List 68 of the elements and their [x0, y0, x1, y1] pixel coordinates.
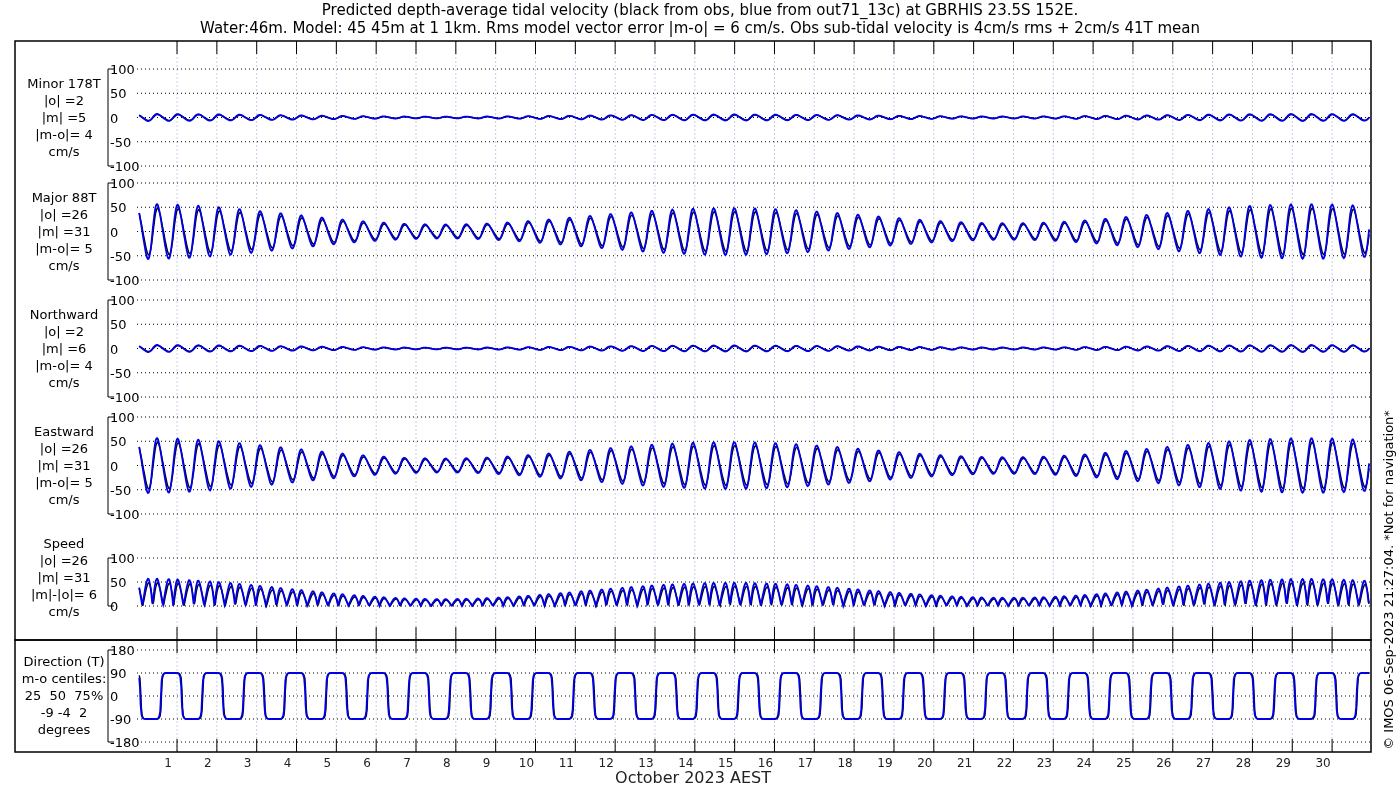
tick-label: 27	[1195, 756, 1212, 770]
tick-label: 19	[877, 756, 893, 770]
tick-label: -50	[110, 248, 132, 264]
tick-label: -100	[110, 273, 140, 288]
tick-label: -50	[110, 482, 132, 498]
tick-label: 2	[204, 756, 212, 770]
tick-label: 0	[110, 110, 119, 126]
tick-label: 90	[110, 666, 127, 681]
tick-label: 100	[110, 62, 135, 77]
tick-label: 22	[996, 756, 1013, 770]
axis-label: Minor 178T |o| =2 |m| =5 |m-o|= 4 cm/s	[27, 75, 101, 159]
tick-label: 11	[558, 756, 574, 770]
tick-label: 7	[403, 756, 411, 770]
axis-title: October 2023 AEST	[615, 768, 771, 787]
tick-label: -100	[110, 507, 140, 522]
tick-label: 9	[482, 756, 491, 770]
axis-label: Major 88T |o| =26 |m| =31 |m-o|= 5 cm/s	[31, 189, 97, 273]
tick-label: -100	[110, 159, 140, 174]
tick-label: 16	[757, 756, 774, 770]
tick-label: 23	[1036, 756, 1052, 770]
tick-label: 0	[110, 224, 119, 240]
tick-label: 29	[1275, 756, 1291, 770]
tick-label: 100	[110, 293, 135, 308]
tick-label: 21	[957, 756, 973, 770]
chart-title: Predicted depth-average tidal velocity (black from obs, blue from out71_13c) at GBRHIS 23.5S 152E.	[321, 1, 1079, 19]
tick-label: 4	[283, 756, 292, 770]
tick-label: 18	[837, 756, 853, 770]
tick-label: -50	[110, 134, 132, 150]
tick-label: 8	[443, 756, 451, 770]
tick-label: 3	[243, 756, 252, 770]
tick-label: 0	[110, 599, 119, 614]
tick-label: 12	[598, 756, 614, 770]
tick-label: 25	[1116, 756, 1132, 770]
tick-label: 50	[110, 86, 127, 102]
tick-label: 50	[110, 317, 127, 333]
tick-label: -50	[110, 365, 132, 381]
tick-label: 24	[1076, 756, 1092, 770]
tick-label: 100	[110, 551, 135, 566]
tick-label: 50	[110, 434, 127, 450]
tick-label: 6	[363, 756, 371, 770]
tick-label: 1	[164, 756, 172, 770]
chart-title: Water:46m. Model: 45 45m at 1 1km. Rms model vector error |m-o| = 6 cm/s. Obs sub-tidal velocity is 4cm/s rms + 2cm/s 41T mean	[200, 19, 1200, 37]
tick-label: 50	[110, 575, 127, 590]
tick-label: 50	[110, 200, 127, 216]
tick-label: 0	[110, 341, 119, 357]
tick-label: 14	[678, 756, 694, 770]
tick-label: 17	[797, 756, 813, 770]
tick-label: -90	[110, 712, 132, 727]
tick-label: 20	[917, 756, 933, 770]
axis-label: Eastward |o| =26 |m| =31 |m-o|= 5 cm/s	[34, 423, 94, 507]
tick-label: 28	[1235, 756, 1252, 770]
tick-label: 100	[110, 410, 135, 425]
tick-label: 10	[518, 756, 535, 770]
tick-label: -100	[110, 390, 140, 405]
tick-label: 15	[718, 756, 734, 770]
tick-label: 26	[1156, 756, 1172, 770]
tick-label: 0	[110, 458, 119, 474]
tick-label: 5	[323, 756, 332, 770]
tick-label: 13	[638, 756, 654, 770]
axis-label: Direction (T) m-o centiles: 25 50 75% -9 -4 2 degrees	[21, 654, 107, 737]
axis-label: Speed |o| =26 |m| =31 |m|-|o|= 6 cm/s	[30, 536, 98, 619]
tick-label: 100	[110, 176, 135, 191]
tick-label: -180	[110, 735, 140, 750]
tick-label: 0	[110, 689, 119, 704]
tick-label: 180	[110, 643, 135, 658]
tick-label: 30	[1315, 756, 1331, 770]
copyright-notice: © IMOS 06-Sep-2023 21:27:04. *Not for navigation*	[1381, 410, 1396, 750]
axis-label: Northward |o| =2 |m| =6 |m-o|= 4 cm/s	[29, 306, 99, 390]
